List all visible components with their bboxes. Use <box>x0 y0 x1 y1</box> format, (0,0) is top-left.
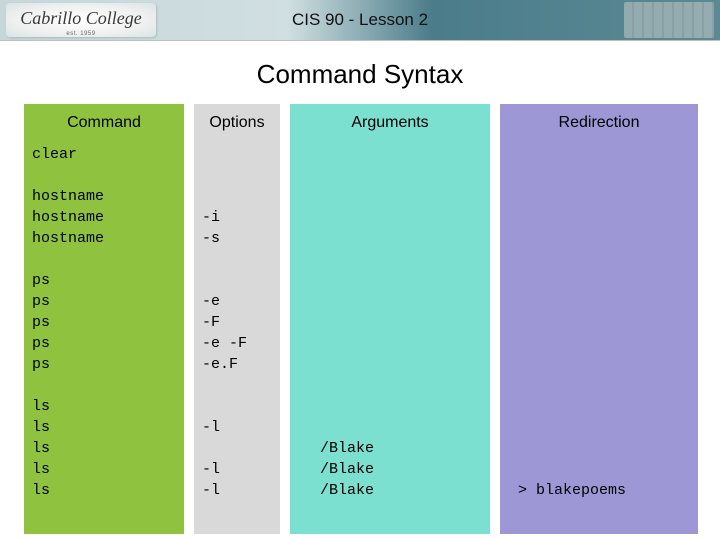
arguments-column: Arguments /Blake /Blake /Blake <box>290 104 490 534</box>
header-bar: Cabrillo College est. 1959 CIS 90 - Less… <box>0 0 720 41</box>
command-column-header: Command <box>24 114 184 144</box>
arguments-column-header: Arguments <box>290 114 490 144</box>
command-syntax-table: Command clear hostname hostname hostname… <box>0 104 720 534</box>
redirection-column: Redirection > blakepoems <box>500 104 698 534</box>
options-column: Options -i -s -e -F -e -F -e.F -l -l -l <box>194 104 280 534</box>
command-column-body: clear hostname hostname hostname ps ps p… <box>24 144 184 501</box>
arguments-column-body: /Blake /Blake /Blake <box>290 144 490 501</box>
options-column-header: Options <box>194 114 280 144</box>
options-column-body: -i -s -e -F -e -F -e.F -l -l -l <box>194 144 280 501</box>
main-title: Command Syntax <box>0 59 720 90</box>
redirection-column-body: > blakepoems <box>500 144 698 501</box>
redirection-column-header: Redirection <box>500 114 698 144</box>
logo-subtext: est. 1959 <box>6 33 156 35</box>
lesson-title: CIS 90 - Lesson 2 <box>0 10 720 30</box>
header-decoration-photo <box>624 2 714 38</box>
command-column: Command clear hostname hostname hostname… <box>24 104 184 534</box>
